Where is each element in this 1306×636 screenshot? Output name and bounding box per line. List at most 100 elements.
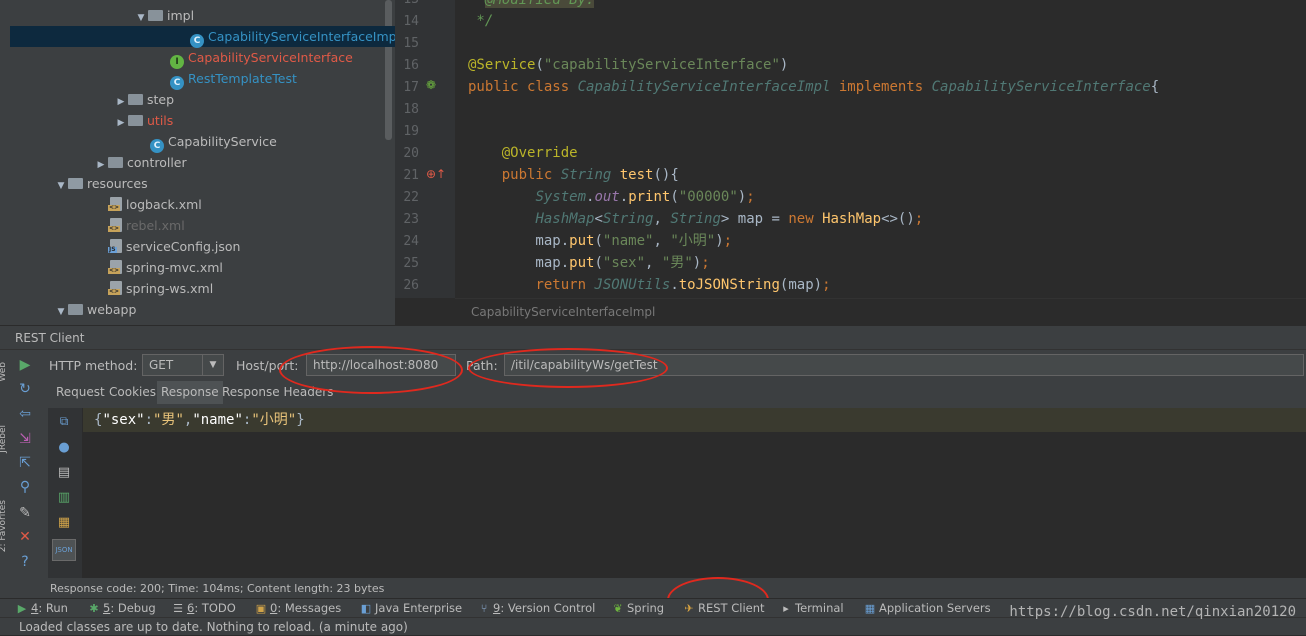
code-line-16: @Service("capabilityServiceInterface") bbox=[468, 57, 789, 73]
tree-item-label: webapp bbox=[87, 302, 137, 317]
format-icon[interactable]: ⧉ bbox=[54, 414, 74, 432]
settings-filter-icon[interactable]: ⚲ bbox=[16, 478, 34, 496]
tree-item-label: CapabilityServiceInterfaceImpl bbox=[208, 29, 395, 44]
toolwindow-run[interactable]: ▶ 4: Run bbox=[16, 599, 68, 618]
import-icon[interactable]: ⇱ bbox=[16, 454, 34, 472]
tree-item-label: impl bbox=[167, 8, 195, 23]
replay-icon[interactable]: ↻ bbox=[16, 380, 34, 398]
code-line-17: public class CapabilityServiceInterfaceI… bbox=[468, 79, 1160, 95]
line-number: 22 bbox=[403, 190, 419, 205]
toolwindow-rest-client[interactable]: ✈ REST Client bbox=[683, 599, 765, 618]
tree-item-label: controller bbox=[127, 155, 187, 170]
help-icon[interactable]: ? bbox=[16, 553, 34, 571]
http-method-label: HTTP method: bbox=[49, 358, 138, 373]
http-method-select[interactable]: GET ▼ bbox=[142, 354, 224, 376]
tree-item[interactable]: ▼ resources bbox=[0, 173, 148, 194]
tree-item-label: CapabilityService bbox=[168, 134, 277, 149]
class-icon: C bbox=[150, 139, 164, 153]
tree-item[interactable]: <> rebel.xml bbox=[0, 215, 185, 236]
tree-item-label: logback.xml bbox=[126, 197, 202, 212]
code-line-26: return JSONUtils.toJSONString(map); bbox=[535, 277, 831, 293]
chevron-down-icon[interactable]: ▼ bbox=[202, 355, 223, 375]
toolwindow-terminal[interactable]: ▸ Terminal bbox=[780, 599, 844, 618]
tree-item-label: spring-mvc.xml bbox=[126, 260, 223, 275]
tree-item[interactable]: ▶ step bbox=[0, 89, 175, 110]
override-gutter-icon[interactable]: ⊕↑ bbox=[426, 167, 446, 181]
rest-client-icon: ✈ bbox=[684, 602, 694, 615]
project-tree: ▼ impl C CapabilityServiceInterfaceImpl I Cap… bbox=[0, 0, 395, 325]
expand-down-icon[interactable]: ▼ bbox=[54, 302, 68, 323]
toolwindow-label: Java Enterprise bbox=[375, 601, 463, 615]
response-viewer[interactable]: ⧉ ● ▤ ▥ ▦ JSON {"sex":"男","name":"小明"} bbox=[48, 408, 1306, 578]
todo-icon: ☰ bbox=[173, 602, 183, 615]
xml-file-icon: <> bbox=[108, 197, 122, 211]
tree-item-label: resources bbox=[87, 176, 148, 191]
code-line-21: public String test(){ bbox=[501, 167, 679, 183]
tree-item[interactable]: ▶ utils bbox=[0, 110, 174, 131]
tree-item[interactable]: C RestTemplateTest bbox=[0, 68, 297, 90]
toolwindow-java-enterprise[interactable]: ◧ Java Enterprise bbox=[360, 599, 462, 618]
toolwindow-label: : Version Control bbox=[500, 601, 596, 615]
tools-icon[interactable]: ✎ bbox=[16, 504, 34, 522]
run-request-icon[interactable]: ▶ bbox=[16, 356, 34, 374]
tab-request[interactable]: Request bbox=[52, 381, 109, 404]
messages-icon: ▣ bbox=[255, 602, 267, 615]
code-line-25: map.put("sex", "男"); bbox=[468, 255, 710, 271]
toolwindow-messages[interactable]: ▣ 0: Messages bbox=[255, 599, 341, 618]
app-servers-icon: ▦ bbox=[864, 602, 876, 615]
tree-item[interactable]: ▼ webapp bbox=[0, 299, 137, 323]
close-icon[interactable]: ✕ bbox=[16, 528, 34, 546]
line-number: 19 bbox=[403, 124, 419, 139]
spring-bean-gutter-icon[interactable]: ❁ bbox=[426, 78, 436, 92]
line-number: 13 bbox=[395, 0, 419, 11]
code-line-24: map.put("name", "小明"); bbox=[468, 233, 733, 249]
tab-cookies[interactable]: Cookies bbox=[105, 381, 160, 404]
java-enterprise-icon: ◧ bbox=[360, 602, 372, 615]
text-icon[interactable]: ▤ bbox=[54, 465, 74, 483]
tree-item[interactable]: C CapabilityService bbox=[0, 131, 277, 153]
version-control-icon: ⑂ bbox=[480, 602, 488, 615]
tree-item-label: serviceConfig.json bbox=[126, 239, 241, 254]
folder-icon bbox=[108, 157, 123, 168]
back-icon[interactable]: ⇦ bbox=[16, 405, 34, 423]
tree-item[interactable]: <> spring-mvc.xml bbox=[0, 257, 223, 278]
tree-item[interactable]: I CapabilityServiceInterface bbox=[0, 47, 353, 69]
toolwindow-debug[interactable]: ✱ 5: Debug bbox=[88, 599, 155, 618]
tab-response[interactable]: Response bbox=[157, 381, 223, 404]
toolwindow-app-servers[interactable]: ▦ Application Servers bbox=[864, 599, 991, 618]
tree-item[interactable]: C CapabilityServiceInterfaceImpl bbox=[10, 26, 395, 48]
browser-icon[interactable]: ● bbox=[54, 440, 74, 458]
json-icon[interactable]: JSON bbox=[52, 539, 76, 561]
run-icon: ▶ bbox=[17, 602, 27, 615]
toolwindow-label: : Run bbox=[38, 601, 68, 615]
rest-client-title: REST Client bbox=[0, 325, 1306, 350]
code-line-14: */ bbox=[468, 13, 494, 29]
tree-item-label: CapabilityServiceInterface bbox=[188, 50, 353, 65]
tree-item[interactable]: JS serviceConfig.json bbox=[0, 236, 240, 257]
tree-item[interactable]: <> spring-ws.xml bbox=[0, 278, 213, 299]
code-editor[interactable]: @Modified By: */ @Service("capabilitySer… bbox=[455, 0, 1306, 298]
line-number: 15 bbox=[403, 36, 419, 51]
tree-item[interactable]: ▶ controller bbox=[0, 152, 187, 173]
folder-icon bbox=[148, 10, 163, 21]
toolwindow-version-control[interactable]: ⑂ 9: Version Control bbox=[478, 599, 596, 618]
toolwindow-label: Terminal bbox=[795, 601, 844, 615]
line-number: 18 bbox=[403, 102, 419, 117]
xml-icon[interactable]: ▦ bbox=[54, 515, 74, 533]
html-icon[interactable]: ▥ bbox=[54, 490, 74, 508]
export-icon[interactable]: ⇲ bbox=[16, 430, 34, 448]
toolwindow-label: Application Servers bbox=[879, 601, 991, 615]
line-number: 17 bbox=[403, 80, 419, 95]
tree-scrollbar[interactable] bbox=[385, 0, 392, 140]
toolwindow-label: REST Client bbox=[698, 601, 765, 615]
class-icon: C bbox=[170, 76, 184, 90]
editor-breadcrumb[interactable]: CapabilityServiceInterfaceImpl bbox=[455, 298, 1306, 325]
tree-item[interactable]: <> logback.xml bbox=[0, 194, 202, 215]
toolwindow-todo[interactable]: ☰ 6: TODO bbox=[172, 599, 236, 618]
line-number: 26 bbox=[403, 278, 419, 293]
toolwindow-spring[interactable]: ❦ Spring bbox=[612, 599, 664, 618]
code-line-22: System.out.print("00000"); bbox=[535, 189, 755, 205]
tree-item[interactable]: ▼ impl bbox=[0, 5, 195, 26]
json-file-icon: JS bbox=[108, 239, 122, 253]
line-number: 21 bbox=[403, 168, 419, 183]
